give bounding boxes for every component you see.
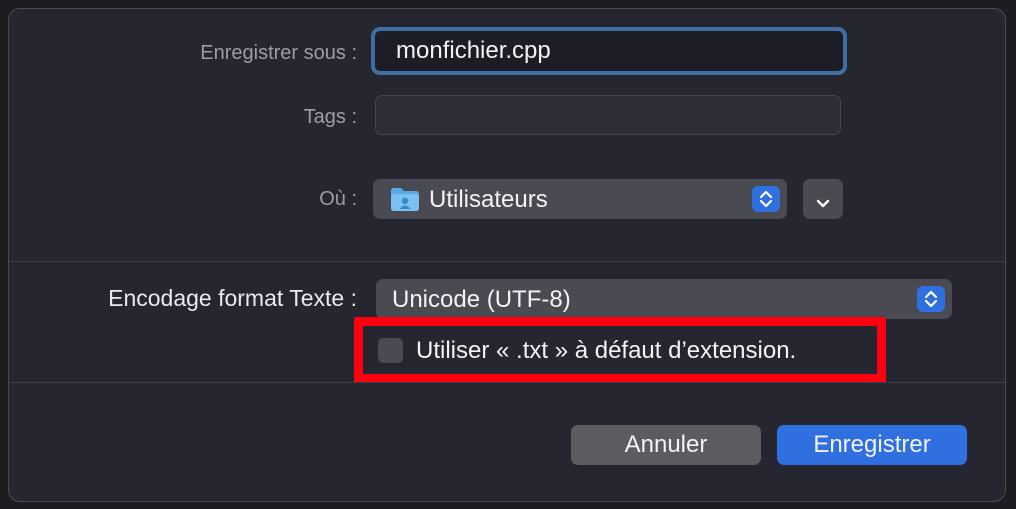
- save-as-label: Enregistrer sous :: [200, 42, 357, 64]
- tags-label: Tags :: [303, 106, 357, 128]
- divider-bottom: [9, 382, 1005, 383]
- encoding-stepper-icon: [917, 286, 945, 312]
- save-dialog: Enregistrer sous : monfichier.cpp Tags :…: [8, 8, 1006, 502]
- txt-extension-label[interactable]: Utiliser « .txt » à défaut d’extension.: [416, 337, 796, 365]
- encoding-value: Unicode (UTF-8): [392, 286, 571, 313]
- location-value: Utilisateurs: [429, 186, 548, 213]
- divider-top: [9, 261, 1005, 262]
- save-button[interactable]: Enregistrer: [777, 425, 967, 465]
- location-stepper-icon: [752, 186, 780, 212]
- encoding-label: Encodage format Texte :: [108, 285, 357, 311]
- expand-dialog-button[interactable]: [803, 179, 843, 219]
- folder-icon: [390, 186, 420, 212]
- cancel-button[interactable]: Annuler: [571, 425, 761, 465]
- tags-input[interactable]: [375, 95, 841, 135]
- location-popup[interactable]: Utilisateurs: [373, 179, 787, 219]
- chevron-down-icon: [813, 191, 833, 219]
- location-label: Où :: [319, 188, 357, 210]
- filename-input[interactable]: monfichier.cpp: [371, 27, 847, 75]
- txt-extension-checkbox[interactable]: [378, 338, 403, 363]
- encoding-popup[interactable]: Unicode (UTF-8): [376, 279, 952, 319]
